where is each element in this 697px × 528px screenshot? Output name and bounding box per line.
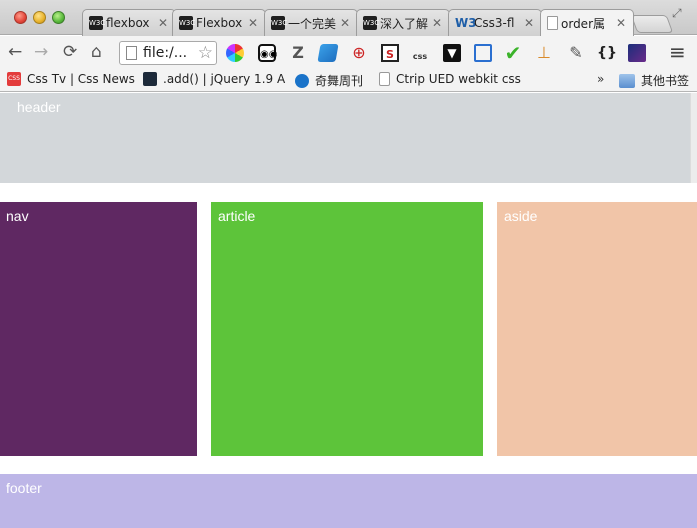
header-label: header [17, 99, 61, 115]
scrollbar[interactable] [690, 93, 697, 183]
close-icon[interactable]: ✕ [523, 16, 535, 30]
tab-title: 深入了解 [380, 16, 429, 31]
json-extension-icon[interactable]: {} [597, 44, 617, 62]
tab-flexbox-1[interactable]: W3C flexbox ✕ [82, 9, 176, 36]
qiwu-favicon-icon [295, 73, 309, 88]
css-extension-icon[interactable]: css [411, 44, 429, 62]
folder-icon [619, 73, 635, 88]
nav-block: nav [0, 202, 197, 456]
close-window-button[interactable] [14, 11, 27, 24]
tab-title: order属 [561, 16, 605, 31]
tab-flexbox-2[interactable]: W3C Flexbox ✕ [172, 9, 266, 36]
toolbar: ← → ⟳ ⌂ file:/... ☆ ◉◉ Z ⊕ S css ▼ ✔ ⊥ ✎… [0, 36, 697, 69]
other-bookmarks-folder[interactable]: 其他书签 [619, 72, 689, 89]
window-resizer-icon[interactable] [474, 44, 492, 62]
bookmark-css-tv[interactable]: CSS Css Tv | Css News [7, 72, 135, 86]
fullscreen-icon[interactable]: ⤢ [672, 6, 682, 21]
bookmark-label: Css Tv | Css News [27, 72, 135, 86]
tab-deep-understand[interactable]: W3C 深入了解 ✕ [356, 9, 450, 36]
menu-icon[interactable]: ≡ [669, 42, 686, 62]
more-bookmarks-chevron[interactable]: » [597, 72, 604, 86]
home-button[interactable]: ⌂ [91, 42, 102, 62]
zoom-window-button[interactable] [52, 11, 65, 24]
aside-block: aside [497, 202, 697, 456]
w3c-favicon-icon: W3C [179, 16, 195, 30]
close-icon[interactable]: ✕ [157, 16, 169, 30]
close-icon[interactable]: ✕ [615, 16, 627, 30]
eyedropper-extension-icon[interactable]: ✎ [567, 44, 585, 62]
article-block: article [211, 202, 483, 456]
bookmark-label: Ctrip UED webkit css [396, 72, 521, 86]
bookmark-star-icon[interactable]: ☆ [198, 43, 213, 63]
color-picker-extension-icon[interactable] [226, 44, 244, 62]
back-button[interactable]: ← [8, 42, 22, 62]
jquery-favicon-icon [143, 72, 157, 86]
tab-title: Css3-fl [474, 16, 515, 30]
s-extension-icon[interactable]: S [381, 44, 399, 62]
w3c-favicon-icon: W3C [271, 16, 287, 30]
other-bookmarks-label: 其他书签 [641, 74, 690, 88]
close-icon[interactable]: ✕ [339, 16, 351, 30]
bookmarks-bar: CSS Css Tv | Css News .add() | jQuery 1.… [0, 69, 697, 92]
page-icon [379, 72, 390, 86]
page-viewport: header nav article aside footer [0, 93, 697, 528]
blue-extension-icon[interactable] [317, 44, 339, 62]
reload-button[interactable]: ⟳ [63, 42, 77, 62]
address-bar[interactable]: file:/... ☆ [119, 41, 217, 65]
bookmark-qiwu-weekly[interactable]: 奇舞周刊 [295, 72, 363, 89]
tab-title: flexbox [106, 16, 150, 30]
minimize-window-button[interactable] [33, 11, 46, 24]
checkmark-extension-icon[interactable]: ✔ [504, 43, 522, 63]
target-extension-icon[interactable]: ⊕ [350, 44, 368, 62]
tab-strip: W3C flexbox ✕ W3C Flexbox ✕ W3C 一个完美 ✕ W… [0, 0, 697, 36]
vimium-extension-icon[interactable]: ▼ [443, 44, 461, 62]
zotero-extension-icon[interactable]: Z [289, 44, 307, 62]
forward-button[interactable]: → [34, 42, 48, 62]
url-text[interactable]: file:/... [143, 45, 198, 61]
w3-favicon-icon: W3 [455, 16, 477, 30]
close-icon[interactable]: ✕ [247, 16, 259, 30]
speed-extension-icon[interactable] [628, 44, 646, 62]
header-block: header [0, 93, 690, 183]
w3c-favicon-icon: W3C [89, 16, 105, 30]
footer-block: footer [0, 474, 697, 528]
footer-label: footer [6, 480, 42, 496]
tab-title: Flexbox [196, 16, 243, 30]
bookmark-label: 奇舞周刊 [315, 74, 364, 88]
css-tv-favicon-icon: CSS [7, 72, 21, 86]
w3c-favicon-icon: W3C [363, 16, 379, 30]
page-icon [126, 46, 137, 60]
tab-order[interactable]: order属 ✕ [540, 9, 634, 36]
close-icon[interactable]: ✕ [431, 16, 443, 30]
tab-perfect[interactable]: W3C 一个完美 ✕ [264, 9, 358, 36]
tab-title: 一个完美 [288, 16, 337, 31]
tab-css3-flex[interactable]: W3 Css3-fl ✕ [448, 9, 542, 36]
article-label: article [218, 208, 256, 224]
bookmark-ctrip-ued[interactable]: Ctrip UED webkit css [379, 72, 521, 86]
ruler-extension-icon[interactable]: ⊥ [535, 44, 553, 62]
bookmark-label: .add() | jQuery 1.9 A [163, 72, 286, 86]
mask-extension-icon[interactable]: ◉◉ [258, 44, 277, 62]
aside-label: aside [504, 208, 538, 224]
page-icon [547, 16, 558, 30]
bookmark-jquery-add[interactable]: .add() | jQuery 1.9 A [143, 72, 285, 86]
nav-label: nav [6, 208, 29, 224]
new-tab-button[interactable] [630, 15, 674, 33]
